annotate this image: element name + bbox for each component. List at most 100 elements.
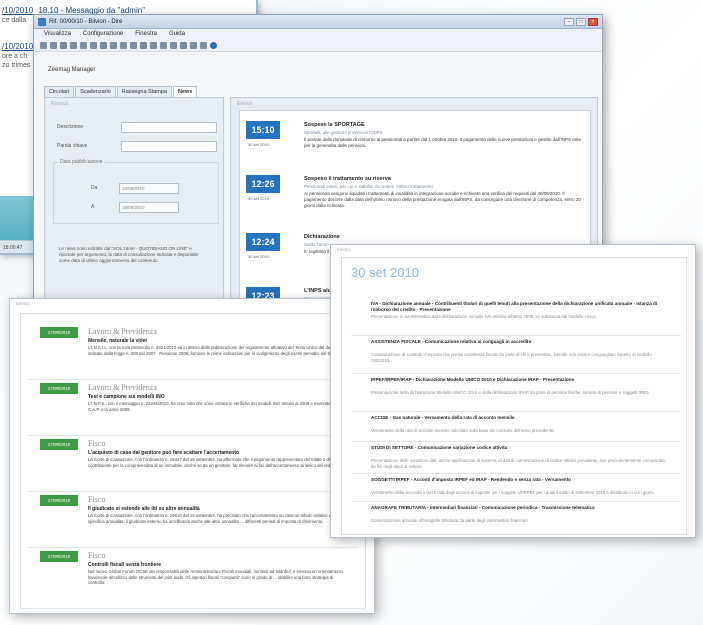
window-title: Rif. 00/00/10 - Bilvion - Dire: [49, 18, 123, 25]
search-panel-header: Ricerca: [51, 101, 68, 107]
menu-configurazione[interactable]: Configurazione: [83, 31, 123, 38]
divider: [28, 491, 358, 492]
date-badge: 17/09/2010: [40, 439, 78, 450]
description-label: Descrizione: [57, 124, 84, 130]
toolbar-bold-icon[interactable]: [120, 42, 127, 49]
toolbar-image-icon[interactable]: [170, 42, 177, 49]
toolbar-italic-icon[interactable]: [130, 42, 137, 49]
news-time: 15:10: [246, 121, 280, 139]
menu-bar: Visualizza Configurazione Finestra Guida: [34, 29, 602, 40]
item-category: Lavoro & Previdenza: [88, 327, 157, 336]
news-snippet: zo trimes: [2, 62, 31, 69]
toolbar-tools-icon[interactable]: [200, 42, 207, 49]
deadline-item[interactable]: ANAGRAFE TRIBUTARIA - Intermediari finan…: [351, 501, 681, 537]
deadline-title[interactable]: SOGGETTI IRPEF - Acconti d'imposta IRPEF…: [371, 477, 671, 483]
news-item[interactable]: 12:26 30 set 2010 Sospeso il trattamento…: [246, 175, 586, 225]
news-date: 30 set 2010: [248, 196, 269, 201]
item-body: L'I.N.A.I.L. con la nota protocollo n. 4…: [88, 345, 348, 356]
toolbar-list-icon[interactable]: [150, 42, 157, 49]
deadline-title[interactable]: ASSISTENZA FISCALE - Comunicazione relat…: [371, 339, 671, 345]
toolbar-settings-icon[interactable]: [190, 42, 197, 49]
news-link[interactable]: /10/2010: [2, 42, 33, 51]
deadline-title[interactable]: STUDI DI SETTORE - Comunicazione variazi…: [371, 445, 671, 451]
close-icon[interactable]: ×: [588, 17, 598, 26]
window-header: Elenco: [337, 247, 351, 252]
toolbar-paste-icon[interactable]: [100, 42, 107, 49]
source-note: Le news sono estratte dal "SOL 24ore - Q…: [59, 246, 199, 263]
toolbar-table-icon[interactable]: [160, 42, 167, 49]
date-group-header: Data pubblicazione: [58, 159, 105, 165]
item-title[interactable]: Controlli fiscali senza frontiere: [88, 562, 161, 568]
date-from-input[interactable]: 18/09/2010: [119, 183, 179, 194]
title-bar[interactable]: Rif. 00/00/10 - Bilvion - Dire – □ ×: [34, 15, 602, 29]
deadline-title[interactable]: IRPEF/IRPEF/IRAP - Dichiarazione Modello…: [371, 377, 671, 383]
toolbar-open-icon[interactable]: [50, 42, 57, 49]
deadline-item[interactable]: IVA - Dichiarazione annuale - Contribuen…: [371, 301, 681, 337]
divider: [28, 435, 358, 436]
item-category: Lavoro & Previdenza: [88, 383, 157, 392]
news-snippet: ore a ch: [2, 53, 28, 60]
news-item[interactable]: 15:10 30 set 2010 Sospese le SPORTAGE Sp…: [246, 121, 586, 171]
toolbar-print-icon[interactable]: [70, 42, 77, 49]
tab-rassegna-stampa[interactable]: Rassegna Stampa: [116, 86, 172, 97]
news-time: 12:26: [246, 175, 280, 193]
news-title[interactable]: Dichiarazione: [304, 234, 340, 240]
minimize-icon[interactable]: –: [564, 17, 574, 26]
deadline-body: Presentazione delle variazioni dati, anc…: [371, 458, 666, 469]
day-title: 30 set 2010: [351, 265, 419, 280]
toolbar-cut-icon[interactable]: [80, 42, 87, 49]
item-title[interactable]: L'acquisto di casa dal genitore può fare…: [88, 450, 239, 456]
news-subtitle: Pensionati esteri, per cui e stabilito r…: [304, 184, 433, 189]
toolbar: [34, 40, 602, 52]
app-title: Zeemag Manager: [48, 67, 96, 73]
list-item[interactable]: 17/09/2010 Fisco Controlli fiscali senza…: [28, 551, 358, 607]
deadline-item[interactable]: IRPEF/IRPEF/IRAP - Dichiarazione Modello…: [351, 373, 681, 413]
item-title[interactable]: Mensile, naturale la videi: [88, 338, 147, 344]
news-subtitle: Saldo l'anno: [304, 242, 329, 247]
tab-scadenzario[interactable]: Scadenzario: [75, 86, 116, 97]
list-item[interactable]: 17/09/2010 Lavoro & Previdenza Test e ca…: [28, 383, 358, 439]
news-title[interactable]: Sospeso il trattamento su riserva: [304, 176, 391, 182]
maximize-icon[interactable]: □: [576, 17, 586, 26]
date-to-input[interactable]: 18/09/2010: [119, 202, 179, 213]
deadline-item[interactable]: ASSISTENZA FISCALE - Comunicazione relat…: [351, 335, 681, 375]
deadline-title[interactable]: ACCISE - Gas naturale - Versamento della…: [371, 415, 671, 421]
help-icon[interactable]: [210, 42, 217, 49]
list-item[interactable]: 17/09/2010 Lavoro & Previdenza Mensile, …: [28, 327, 358, 383]
keyword-input[interactable]: [121, 141, 217, 152]
tab-circolari[interactable]: Circolari: [44, 86, 75, 97]
item-title[interactable]: Il giudicato si estende alle liti su alt…: [88, 506, 200, 512]
tab-bar: Circolari Scadenzario Rassegna Stampa Ne…: [44, 86, 198, 97]
menu-guida[interactable]: Guida: [169, 31, 185, 38]
news-title[interactable]: Sospese le SPORTAGE: [304, 122, 365, 128]
divider: [28, 547, 358, 548]
list-item[interactable]: 17/09/2010 Fisco L'acquisto di casa dal …: [28, 439, 358, 495]
deadline-title[interactable]: ANAGRAFE TRIBUTARIA - Intermediari finan…: [371, 505, 671, 511]
menu-finestra[interactable]: Finestra: [135, 31, 157, 38]
news-panel-header: Elenco: [237, 101, 253, 107]
toolbar-align-icon[interactable]: [140, 42, 147, 49]
date-from-label: Da: [91, 185, 98, 191]
news-body: Il portale delle domande di rimborso ai …: [304, 137, 582, 148]
deadline-item[interactable]: STUDI DI SETTORE - Comunicazione variazi…: [351, 441, 681, 481]
news-category-window: Elenco 17/09/2010 Lavoro & Previdenza Me…: [9, 298, 375, 614]
deadline-body: Comunicazione al sostituto d'imposta che…: [371, 352, 652, 363]
menu-visualizza[interactable]: Visualizza: [44, 31, 71, 38]
deadline-body: Versamento della seconda o terza rata de…: [371, 490, 655, 495]
tab-news[interactable]: News: [173, 86, 198, 97]
description-input[interactable]: [121, 122, 217, 133]
status-time: 18:00:47: [3, 245, 23, 251]
toolbar-new-icon[interactable]: [40, 42, 47, 49]
news-subtitle: Sportelli, alle gestioni provinciali CID…: [304, 130, 383, 135]
deadline-title[interactable]: IVA - Dichiarazione annuale - Contribuen…: [371, 301, 671, 313]
item-category: Fisco: [88, 551, 106, 560]
item-title[interactable]: Test e campione sui modelli INO: [88, 394, 165, 400]
search-panel: Ricerca Descrizione Parola chiave Data p…: [44, 97, 224, 313]
toolbar-copy-icon[interactable]: [90, 42, 97, 49]
toolbar-find-icon[interactable]: [110, 42, 117, 49]
toolbar-font-icon[interactable]: [180, 42, 187, 49]
list-item[interactable]: 17/09/2010 Fisco Il giudicato si estende…: [28, 495, 358, 551]
news-time: 12:24: [246, 233, 280, 251]
news-body: Ai pensionati vengono liquidati i tratta…: [304, 191, 581, 208]
toolbar-save-icon[interactable]: [60, 42, 67, 49]
